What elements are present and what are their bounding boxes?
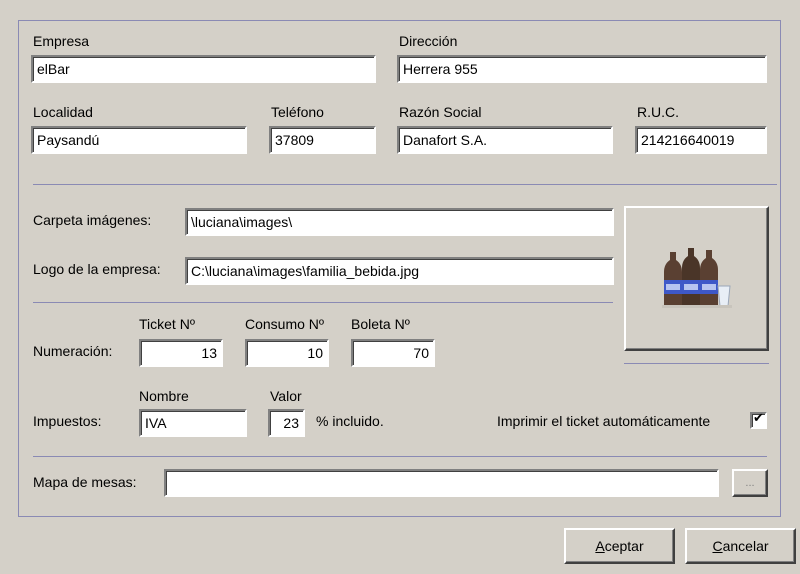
imprimir-ticket-checkbox[interactable]: ✔	[750, 411, 767, 429]
razon-social-input[interactable]: Danafort S.A.	[397, 126, 613, 154]
mapa-mesas-label: Mapa de mesas:	[33, 474, 137, 490]
ticket-input[interactable]: 13	[139, 339, 223, 367]
carpeta-imagenes-label: Carpeta imágenes:	[33, 212, 152, 228]
divider	[33, 184, 777, 185]
aceptar-button[interactable]: Aceptar	[564, 528, 675, 564]
impuesto-valor-label: Valor	[270, 388, 302, 404]
divider	[33, 302, 613, 303]
logo-preview[interactable]	[624, 206, 769, 351]
cancelar-label: ancelar	[722, 538, 769, 554]
ruc-input[interactable]: 214216640019	[635, 126, 767, 154]
localidad-input[interactable]: Paysandú	[31, 126, 247, 154]
empresa-input[interactable]: elBar	[31, 55, 376, 83]
cancelar-mnemonic: C	[712, 538, 723, 554]
cancelar-button[interactable]: Cancelar	[685, 528, 796, 564]
direccion-input[interactable]: Herrera 955	[397, 55, 767, 83]
carpeta-imagenes-input[interactable]: \luciana\images\	[185, 208, 614, 236]
aceptar-mnemonic: A	[595, 538, 605, 554]
boleta-input[interactable]: 70	[351, 339, 435, 367]
aceptar-label: ceptar	[604, 538, 644, 554]
empresa-label: Empresa	[33, 33, 90, 49]
logo-empresa-input[interactable]: C:\luciana\images\familia_bebida.jpg	[185, 257, 614, 285]
consumo-label: Consumo Nº	[245, 316, 325, 332]
divider	[624, 363, 769, 364]
direccion-label: Dirección	[399, 33, 458, 49]
imprimir-ticket-label: Imprimir el ticket automáticamente	[497, 413, 711, 429]
logo-empresa-label: Logo de la empresa:	[33, 261, 161, 277]
impuesto-nombre-label: Nombre	[139, 388, 189, 404]
impuestos-label: Impuestos:	[33, 413, 102, 429]
numeracion-label: Numeración:	[33, 343, 113, 359]
impuesto-valor-input[interactable]: 23	[268, 409, 305, 437]
telefono-input[interactable]: 37809	[269, 126, 376, 154]
localidad-label: Localidad	[33, 104, 93, 120]
impuesto-suffix: % incluido.	[316, 413, 384, 429]
mapa-mesas-input[interactable]	[164, 469, 719, 497]
bottles-icon	[662, 248, 732, 308]
browse-button[interactable]: ...	[732, 469, 768, 497]
telefono-label: Teléfono	[271, 104, 324, 120]
ticket-label: Ticket Nº	[139, 316, 195, 332]
consumo-input[interactable]: 10	[245, 339, 329, 367]
ruc-label: R.U.C.	[637, 104, 679, 120]
divider	[33, 456, 767, 457]
impuesto-nombre-input[interactable]: IVA	[139, 409, 247, 437]
razon-social-label: Razón Social	[399, 104, 482, 120]
boleta-label: Boleta Nº	[351, 316, 410, 332]
checkmark-icon: ✔	[753, 411, 764, 426]
